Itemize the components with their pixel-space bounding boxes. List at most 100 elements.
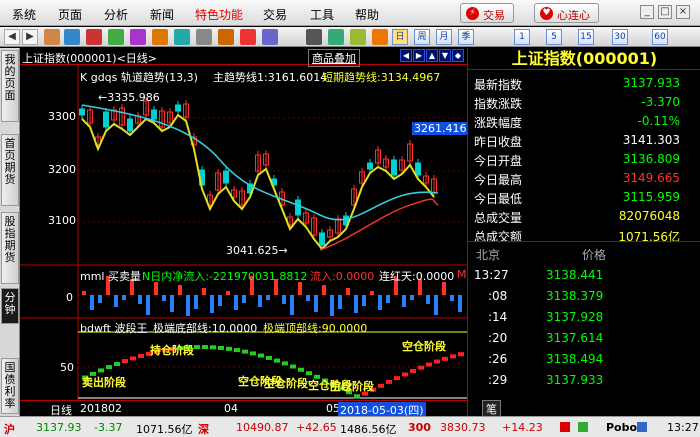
stop-icon[interactable] bbox=[196, 29, 212, 45]
grid-icon[interactable] bbox=[306, 29, 322, 45]
wave-bar bbox=[442, 356, 448, 361]
list-icon[interactable] bbox=[328, 29, 344, 45]
wave-bar bbox=[394, 376, 400, 381]
volume-bar bbox=[258, 295, 262, 307]
volume-bar bbox=[386, 295, 390, 303]
quote-row-value: -0.11% bbox=[637, 114, 680, 128]
signal-icon[interactable] bbox=[578, 422, 588, 432]
close-icon[interactable]: × bbox=[676, 5, 690, 19]
chart-icon[interactable] bbox=[86, 29, 102, 45]
volume-bar bbox=[194, 295, 198, 309]
tick-header-time: 北京 bbox=[476, 248, 501, 262]
kline-chart-panel[interactable]: 上证指数(000001)<日线> 商品叠加 ◀ ▶ ▲ ▼ ◆ K gdqs 轨… bbox=[20, 48, 469, 418]
sz-label: 深 bbox=[198, 423, 209, 436]
period-month-button[interactable]: 月 bbox=[436, 29, 452, 45]
refresh-icon[interactable] bbox=[64, 29, 80, 45]
pen-icon[interactable] bbox=[218, 29, 234, 45]
menu-system[interactable]: 系统 bbox=[12, 6, 36, 23]
f10-icon[interactable] bbox=[174, 29, 190, 45]
tick-price: 3137.933 bbox=[546, 373, 604, 387]
x-label-201802: 201802 bbox=[80, 402, 122, 415]
wave-bar bbox=[434, 359, 440, 364]
menu-help[interactable]: 帮助 bbox=[355, 6, 379, 23]
volume-bar bbox=[202, 288, 206, 295]
sidebar-tab-my-page[interactable]: 我的页面 bbox=[1, 50, 19, 122]
menu-features[interactable]: 特色功能 bbox=[195, 6, 243, 23]
quote-row-value: 3136.809 bbox=[622, 152, 680, 166]
news-icon[interactable] bbox=[152, 29, 168, 45]
scroll-left-icon[interactable]: ◀ bbox=[400, 49, 412, 62]
table-icon[interactable] bbox=[350, 29, 366, 45]
tick-icon[interactable] bbox=[372, 29, 388, 45]
settings-icon[interactable]: ◆ bbox=[452, 49, 464, 62]
quote-panel: 上证指数(000001) 最新指数 3137.933 指数涨跌 -3.370 涨跌幅度 -… bbox=[467, 48, 700, 418]
other-price: 3830.73 bbox=[440, 421, 486, 434]
volume-bar bbox=[330, 295, 334, 316]
high-annotation: ←3335.986 bbox=[98, 91, 160, 104]
sidebar-tab-index-futures[interactable]: 股指期货 bbox=[1, 212, 19, 284]
volume-bar bbox=[90, 295, 94, 310]
wave-bar bbox=[298, 367, 304, 372]
short-trend-value: 短期趋势线:3134.4967 bbox=[322, 71, 441, 84]
maximize-icon[interactable]: □ bbox=[658, 5, 672, 19]
trade-button[interactable]: ⚡ 交易 bbox=[460, 3, 514, 23]
volume-bar bbox=[426, 295, 430, 304]
quote-row-value: 3149.665 bbox=[622, 171, 680, 185]
zoom-out-icon[interactable]: ▼ bbox=[439, 49, 451, 62]
menu-page[interactable]: 页面 bbox=[58, 6, 82, 23]
sz-amount: 1486.56亿 bbox=[340, 423, 397, 436]
candle-body bbox=[127, 118, 133, 132]
wave-label-hold: 持仓阶段 bbox=[150, 344, 194, 357]
sidebar-tab-minutes[interactable]: 分钟 bbox=[1, 288, 19, 324]
volume-bar bbox=[234, 295, 238, 310]
tick-header-price: 价格 bbox=[582, 248, 607, 262]
tick-price: 3137.928 bbox=[546, 310, 604, 324]
kline-icon[interactable] bbox=[108, 29, 124, 45]
menu-trade[interactable]: 交易 bbox=[263, 6, 287, 23]
network-icon[interactable] bbox=[637, 422, 647, 432]
menu-tools[interactable]: 工具 bbox=[310, 6, 334, 23]
volume-bar bbox=[338, 295, 342, 309]
menu-analysis[interactable]: 分析 bbox=[104, 6, 128, 23]
xinlianxin-button[interactable]: ♥ 心连心 bbox=[534, 3, 599, 23]
sidebar-tab-bond-rate[interactable]: 国债利率 bbox=[1, 358, 19, 414]
volume-bar bbox=[322, 285, 326, 295]
volume-bar bbox=[370, 291, 374, 295]
low-annotation: 3041.625→ bbox=[226, 244, 288, 257]
zoom-in-icon[interactable]: ▲ bbox=[426, 49, 438, 62]
menu-news[interactable]: 新闻 bbox=[150, 6, 174, 23]
volume-bar bbox=[242, 295, 246, 303]
back-arrow-icon[interactable]: ◀ bbox=[4, 29, 20, 45]
period-15min-button[interactable]: 15 bbox=[578, 29, 594, 45]
scroll-right-icon[interactable]: ▶ bbox=[413, 49, 425, 62]
minimize-icon[interactable]: _ bbox=[640, 5, 654, 19]
quote-row-value: 3137.933 bbox=[622, 76, 680, 90]
period-5min-button[interactable]: 5 bbox=[546, 29, 562, 45]
wave-bar bbox=[386, 379, 392, 384]
wave-bar bbox=[282, 361, 288, 366]
candle-body bbox=[295, 199, 301, 216]
period-day-button[interactable]: 日 bbox=[392, 29, 408, 45]
candle-body bbox=[79, 108, 85, 116]
y-label-3300: 3300 bbox=[48, 110, 76, 123]
period-week-button[interactable]: 周 bbox=[414, 29, 430, 45]
period-30min-button[interactable]: 30 bbox=[612, 29, 628, 45]
wave-bar bbox=[458, 352, 464, 357]
forward-arrow-icon[interactable]: ▶ bbox=[22, 29, 38, 45]
volume-bar bbox=[146, 295, 150, 315]
period-60min-button[interactable]: 60 bbox=[652, 29, 668, 45]
period-1min-button[interactable]: 1 bbox=[514, 29, 530, 45]
wave-bar bbox=[410, 368, 416, 373]
volume-bar bbox=[290, 295, 294, 315]
red-days-value: 连红天:0.0000 bbox=[379, 270, 455, 283]
brush-icon[interactable] bbox=[240, 29, 256, 45]
tick-row: 13:27 3138.441 bbox=[468, 266, 700, 285]
tick-row: :14 3137.928 bbox=[468, 308, 700, 327]
quote-row-label: 今日最低 bbox=[474, 192, 523, 206]
alert-icon[interactable] bbox=[560, 422, 570, 432]
funnel-icon[interactable] bbox=[262, 29, 278, 45]
home-icon[interactable] bbox=[44, 29, 60, 45]
period-quarter-button[interactable]: 季 bbox=[458, 29, 474, 45]
indicator-icon[interactable] bbox=[130, 29, 146, 45]
sidebar-tab-futures-home[interactable]: 首页期货 bbox=[1, 134, 19, 206]
